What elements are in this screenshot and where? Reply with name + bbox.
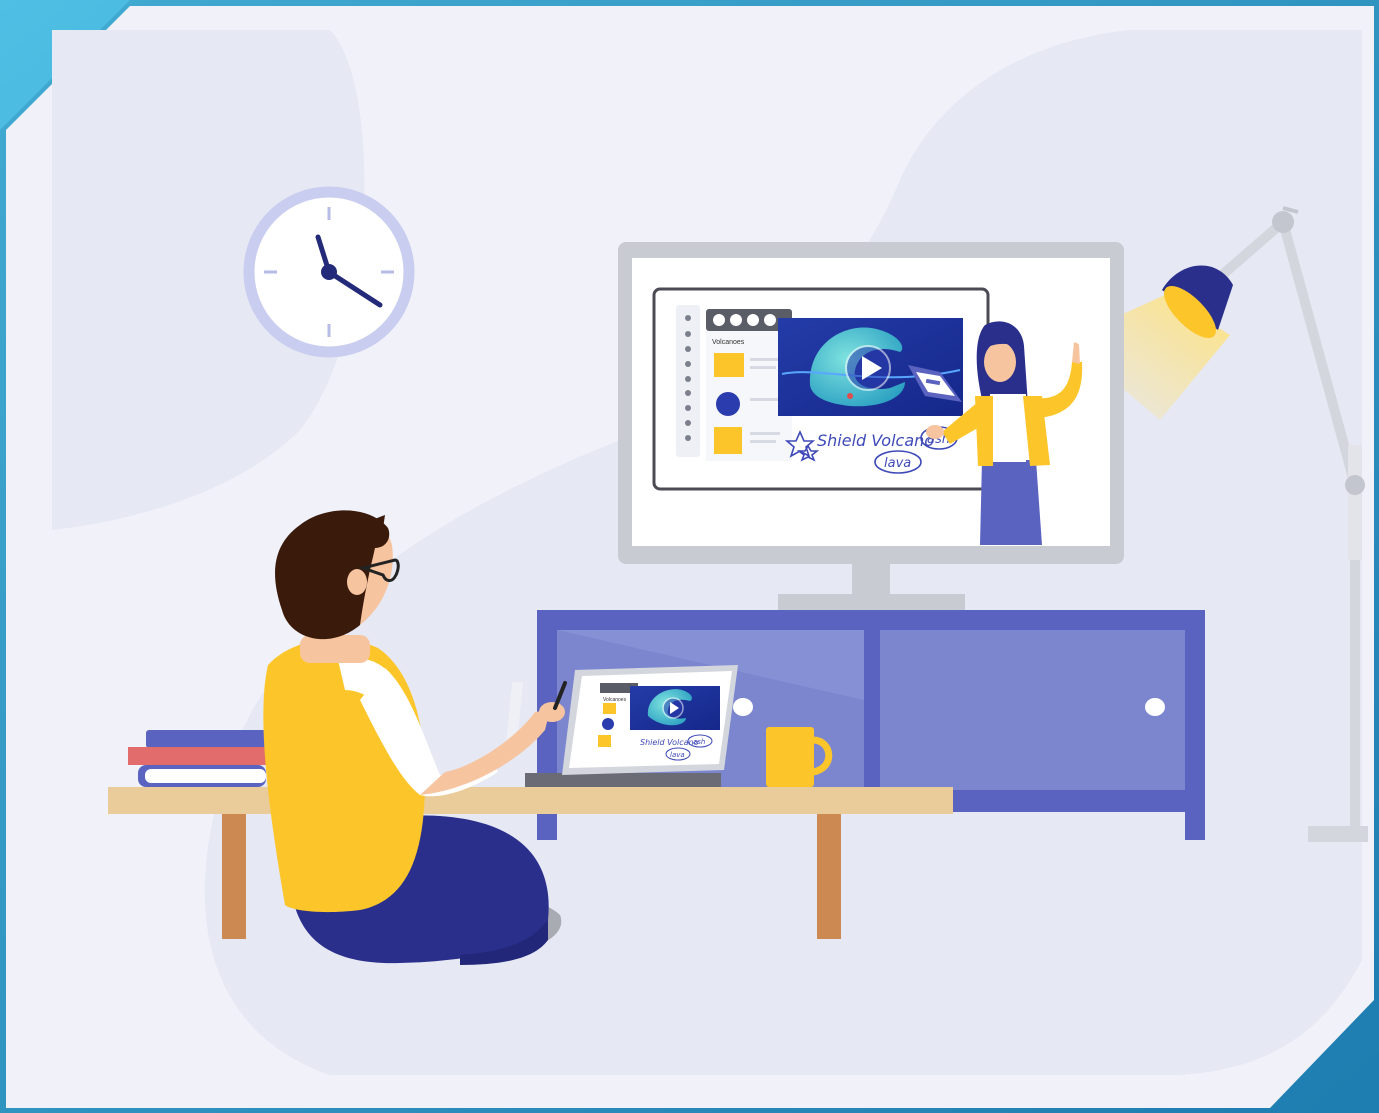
- books-stack: [128, 730, 266, 787]
- tv-toolbar-title: Volcanoes: [712, 339, 745, 346]
- annotation-lava: lava: [884, 456, 911, 471]
- tablet-annotation-shield-volcano: Shield Volcano: [640, 738, 699, 747]
- clock-icon: [243, 186, 415, 358]
- tablet-annotation-ash: ash: [693, 738, 705, 746]
- tablet-annotation-lava: lava: [670, 751, 685, 759]
- annotation-shield-volcano: Shield Volcano: [817, 431, 934, 450]
- home-learning-illustration: Volcanoes Shield Volcano ash lava Volcan…: [0, 0, 1379, 1113]
- tablet-toolbar-title: Volcanoes: [603, 697, 627, 703]
- tv-video-player[interactable]: [778, 318, 963, 416]
